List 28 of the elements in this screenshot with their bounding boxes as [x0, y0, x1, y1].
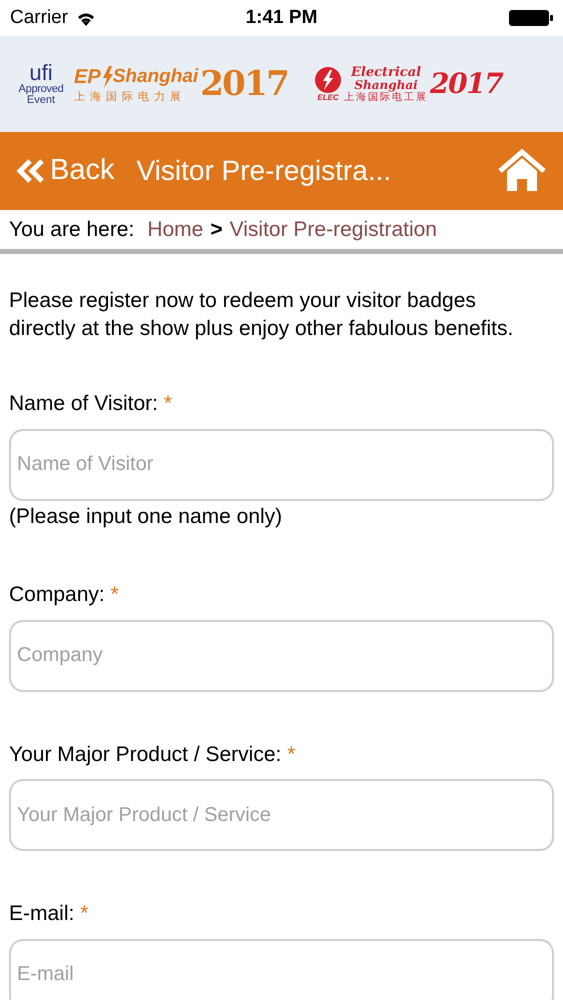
field-hint: (Please input one name only)	[9, 504, 284, 530]
required-mark: *	[80, 902, 88, 925]
field-label: Company: *	[9, 582, 120, 608]
text-input-field[interactable]: Your Major Product / Service	[9, 779, 554, 851]
status-time: 1:41 PM	[246, 6, 318, 30]
breadcrumb-separator: >	[210, 216, 223, 243]
required-mark: *	[110, 583, 119, 606]
breadcrumb-link[interactable]: Visitor Pre-registration	[230, 214, 437, 246]
page-title: Visitor Pre-registra...	[136, 154, 392, 188]
field-label: E-mail: *	[9, 901, 90, 927]
carrier-label: Carrier	[10, 6, 68, 30]
lightning-icon	[100, 66, 113, 88]
required-mark: *	[164, 392, 172, 415]
field-label: Your Major Product / Service: *	[9, 742, 296, 768]
breadcrumb-link[interactable]: Home	[147, 214, 204, 246]
lightning-icon	[314, 66, 342, 94]
text-input-field[interactable]: E-mail	[9, 938, 554, 1000]
wifi-icon	[76, 10, 96, 26]
battery-icon	[509, 9, 553, 27]
home-icon[interactable]	[497, 149, 547, 193]
double-chevron-icon	[16, 158, 46, 184]
field-label: Name of Visitor: *	[9, 391, 174, 417]
required-mark: *	[287, 742, 296, 766]
text-input-field[interactable]: Company	[9, 620, 554, 692]
breadcrumb-label: You are here:	[9, 216, 134, 243]
text-input-field[interactable]: Name of Visitor	[9, 428, 554, 500]
ufi-logo: ufi Approved Event	[18, 62, 64, 106]
intro-text: Please register now to redeem your visitor badges directly at the show plus enjoy other fabulous benefits.	[9, 288, 514, 342]
